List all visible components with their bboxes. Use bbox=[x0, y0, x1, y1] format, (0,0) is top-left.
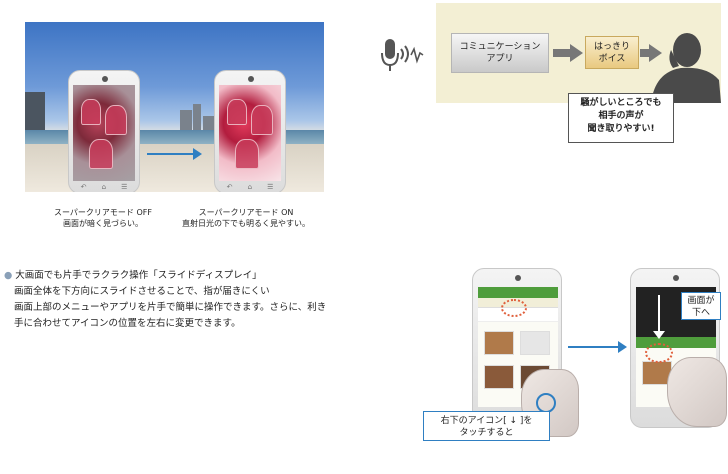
touch-icon-label: 右下のアイコン[ ↓ ]を タッチすると bbox=[423, 411, 550, 441]
back-icon: ↶ bbox=[80, 183, 87, 191]
phone-nav-bar: ↶ ⌂ ☰ bbox=[219, 183, 281, 191]
glass-image bbox=[81, 99, 101, 125]
arrow-head bbox=[618, 341, 627, 353]
home-icon: ⌂ bbox=[247, 183, 253, 191]
slide-display-heading: 大画面でも片手でラクラク操作「スライドディスプレイ」 bbox=[15, 270, 262, 281]
box-line: ボイス bbox=[598, 53, 626, 64]
callout-line: 騒がしいところでも bbox=[580, 98, 662, 108]
caption-line: 直射日光の下でも明るく見やすい。 bbox=[182, 219, 310, 228]
clear-voice-box: はっきり ボイス bbox=[585, 36, 639, 69]
label-line: 画面が bbox=[687, 296, 715, 306]
voice-callout: 騒がしいところでも 相手の声が 聞き取りやすい! bbox=[568, 93, 674, 143]
slide-icon-highlight bbox=[536, 393, 556, 413]
box-line: はっきり bbox=[593, 41, 630, 52]
callout-line: 聞き取りやすい! bbox=[587, 124, 655, 134]
highlight-ring bbox=[501, 299, 527, 317]
arrow-right bbox=[147, 153, 195, 155]
camera-icon bbox=[248, 76, 254, 82]
slide-down-label: 画面が 下へ bbox=[681, 292, 721, 320]
glass-image bbox=[235, 139, 259, 169]
glass-image bbox=[227, 99, 247, 125]
description-line: 画面上部のメニューやアプリを片手で簡単に操作できます。さらに、利き bbox=[14, 302, 327, 313]
caption-line: 画面が暗く見づらい。 bbox=[63, 219, 143, 228]
building bbox=[193, 104, 201, 132]
arrow-head bbox=[193, 148, 202, 160]
tile-image bbox=[484, 365, 514, 389]
box-line: コミュニケーション bbox=[459, 42, 541, 52]
arrow-right bbox=[568, 346, 620, 348]
app-header bbox=[478, 287, 558, 298]
microphone-icon bbox=[381, 39, 424, 71]
camera-icon bbox=[515, 275, 521, 281]
clear-mode-on-caption: スーパークリアモード ON 直射日光の下でも明るく見やすい。 bbox=[168, 207, 324, 229]
communication-app-box: コミュニケーション アプリ bbox=[451, 33, 549, 73]
label-line: タッチすると bbox=[459, 428, 514, 438]
callout-line: 相手の声が bbox=[598, 111, 644, 121]
hand-image bbox=[667, 357, 727, 427]
camera-icon bbox=[673, 275, 679, 281]
phone-on: ↶ ⌂ ☰ bbox=[214, 70, 286, 192]
highlight-ring bbox=[645, 343, 673, 363]
clear-mode-off-caption: スーパークリアモード OFF 画面が暗く見づらい。 bbox=[40, 207, 166, 229]
down-arrow-icon bbox=[653, 331, 665, 339]
down-arrow-line bbox=[658, 295, 660, 333]
phone-off-screen bbox=[73, 85, 135, 181]
home-icon: ⌂ bbox=[101, 183, 107, 191]
glass-image bbox=[89, 139, 113, 169]
glass-image bbox=[251, 105, 273, 135]
box-line: アプリ bbox=[486, 54, 514, 64]
caption-line: スーパークリアモード OFF bbox=[54, 208, 152, 217]
arrow-right-icon bbox=[570, 44, 583, 62]
building bbox=[180, 110, 192, 132]
menu-icon: ☰ bbox=[267, 183, 274, 191]
phone-off: ↶ ⌂ ☰ bbox=[68, 70, 140, 192]
phone-on-screen bbox=[219, 85, 281, 181]
caption-line: スーパークリアモード ON bbox=[198, 208, 294, 217]
label-line: 下へ bbox=[691, 308, 710, 318]
phone-nav-bar: ↶ ⌂ ☰ bbox=[73, 183, 135, 191]
slide-display-description: ● 大画面でも片手でラクラク操作「スライドディスプレイ」 画面全体を下方向にスライ… bbox=[4, 268, 414, 332]
back-icon: ↶ bbox=[226, 183, 233, 191]
label-line: 右下のアイコン[ ↓ ]を bbox=[440, 416, 533, 426]
menu-icon: ☰ bbox=[121, 183, 128, 191]
tile-image bbox=[520, 331, 550, 355]
camera-icon bbox=[102, 76, 108, 82]
description-line: 手に合わせてアイコンの位置を左右に変更できます。 bbox=[14, 318, 241, 329]
glass-image bbox=[105, 105, 127, 135]
super-clear-mode-photo: ↶ ⌂ ☰ ↶ ⌂ ☰ bbox=[25, 22, 324, 192]
description-line: 画面全体を下方向にスライドさせることで、指が届きにくい bbox=[14, 286, 270, 297]
tree bbox=[25, 92, 45, 132]
bullet-icon: ● bbox=[4, 270, 13, 281]
tile-image bbox=[484, 331, 514, 355]
arrow-body bbox=[553, 49, 571, 57]
